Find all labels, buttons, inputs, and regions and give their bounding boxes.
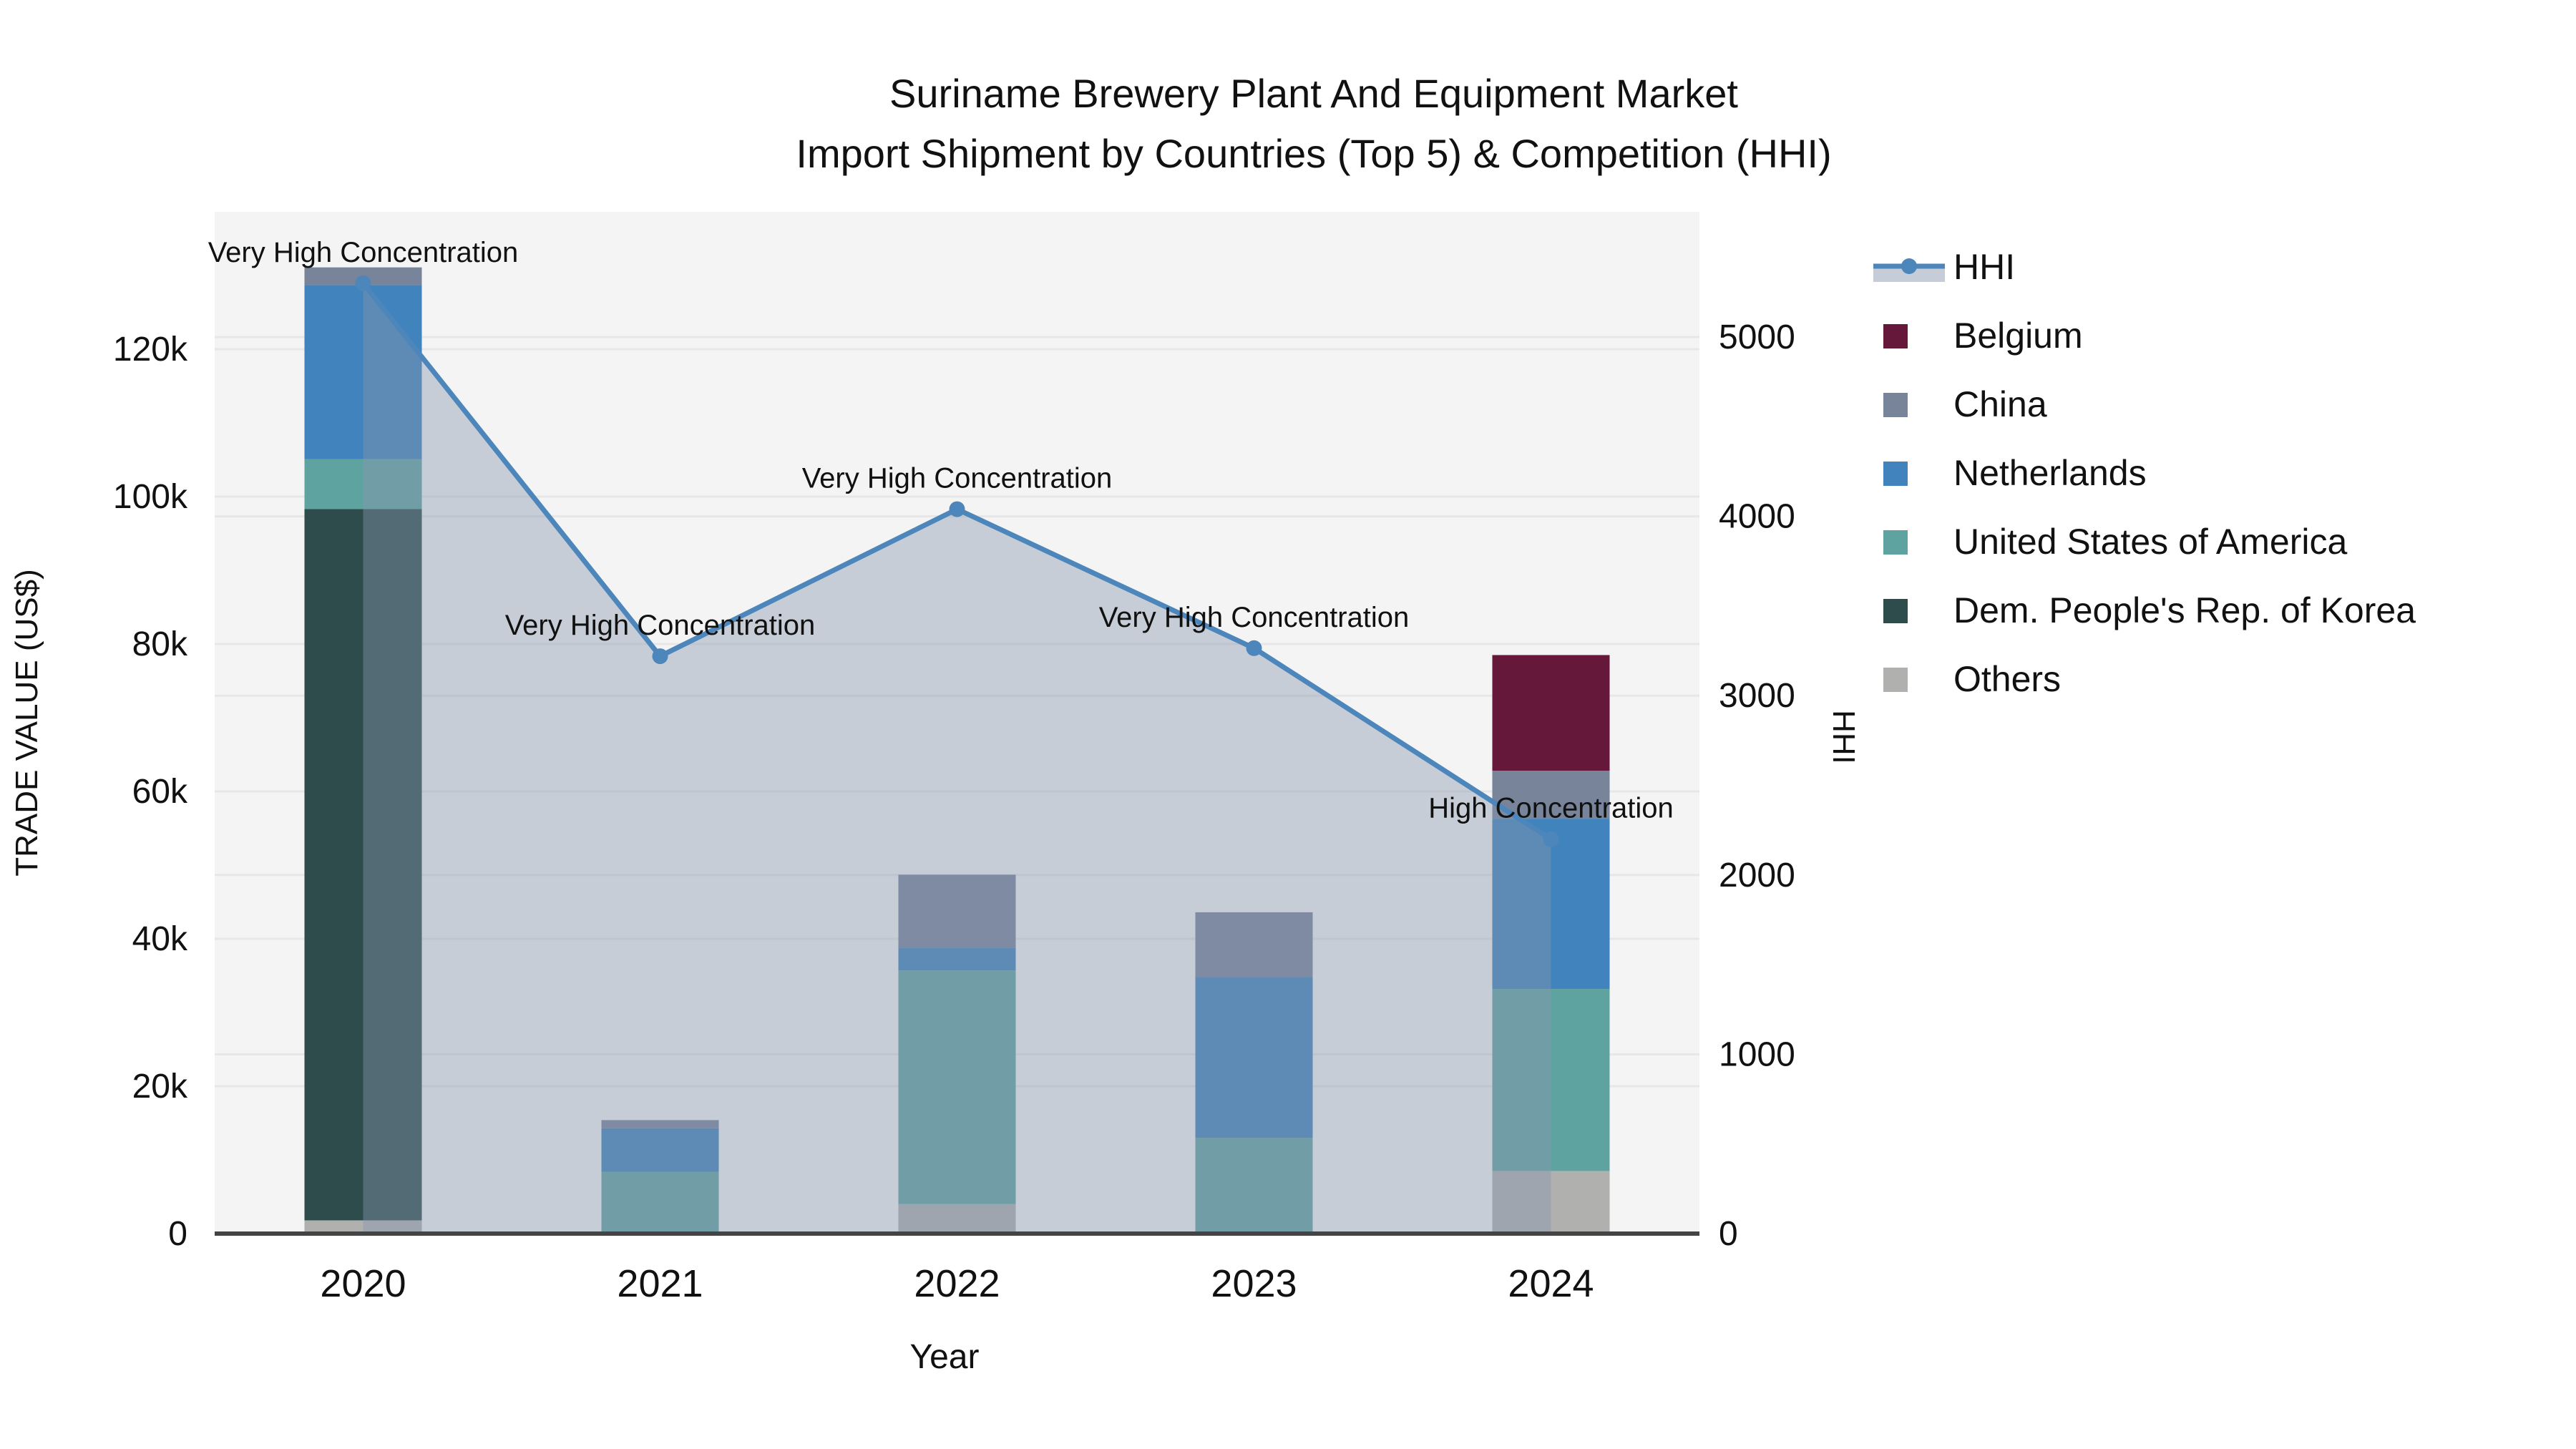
left-axis-title: TRADE VALUE (US$)	[9, 569, 44, 877]
legend-label-others: Others	[1953, 659, 2061, 699]
hhi-marker-2021[interactable]	[652, 648, 668, 665]
legend-label-netherlands: Netherlands	[1953, 453, 2147, 493]
legend-label-belgium: Belgium	[1953, 316, 2083, 356]
annotation-2022: Very High Concentration	[802, 463, 1113, 494]
y-left-tick-20k: 20k	[132, 1068, 188, 1106]
legend-item-china[interactable]: China	[1883, 384, 2047, 424]
x-tick-2021: 2021	[617, 1262, 703, 1305]
y-left-tick-80k: 80k	[132, 625, 188, 663]
legend-item-united-states-of-america[interactable]: United States of America	[1883, 522, 2347, 562]
y-right-tick-1000: 1000	[1719, 1035, 1795, 1073]
chart-title-line2: Import Shipment by Countries (Top 5) & C…	[796, 131, 1831, 176]
x-tick-2020: 2020	[320, 1262, 406, 1305]
x-tick-2024: 2024	[1508, 1262, 1594, 1305]
right-axis-title: HHI	[1826, 710, 1861, 764]
annotation-2021: Very High Concentration	[505, 610, 816, 641]
legend-label-dem-people-s-rep-of-korea: Dem. People's Rep. of Korea	[1953, 590, 2416, 630]
hhi-marker-2024[interactable]	[1543, 831, 1559, 847]
hhi-marker-2023[interactable]	[1246, 640, 1262, 656]
legend-item-dem-people-s-rep-of-korea[interactable]: Dem. People's Rep. of Korea	[1883, 590, 2416, 630]
annotation-2023: Very High Concentration	[1099, 602, 1410, 633]
legend-hhi-marker-sample	[1901, 258, 1917, 274]
y-right-tick-2000: 2000	[1719, 857, 1795, 894]
legend-swatch-dem-people-s-rep-of-korea	[1883, 599, 1908, 623]
legend-label-china: China	[1953, 384, 2047, 424]
y-left-tick-0: 0	[168, 1215, 187, 1253]
x-axis-title: Year	[910, 1338, 980, 1376]
hhi-marker-2022[interactable]	[949, 501, 965, 517]
legend-swatch-china	[1883, 393, 1908, 417]
chart-title-line1: Suriname Brewery Plant And Equipment Mar…	[889, 71, 1738, 116]
bar-segment-2024-belgium[interactable]	[1492, 655, 1610, 771]
legend-item-others[interactable]: Others	[1883, 659, 2061, 699]
legend-item-hhi[interactable]: HHI	[1873, 247, 2015, 287]
annotation-2020: Very High Concentration	[208, 237, 519, 268]
x-tick-2022: 2022	[914, 1262, 1000, 1305]
legend-swatch-others	[1883, 668, 1908, 692]
legend-label-hhi: HHI	[1953, 247, 2015, 287]
hhi-marker-2020[interactable]	[355, 275, 371, 291]
legend-swatch-netherlands	[1883, 462, 1908, 486]
chart-canvas: Very High Concentration Very High Concent…	[9, 71, 2416, 1376]
y-left-tick-120k: 120k	[113, 331, 188, 369]
legend-item-netherlands[interactable]: Netherlands	[1883, 453, 2147, 493]
y-right-tick-5000: 5000	[1719, 318, 1795, 356]
annotation-2024: High Concentration	[1428, 793, 1673, 824]
legend-swatch-united-states-of-america	[1883, 530, 1908, 555]
y-left-tick-100k: 100k	[113, 478, 188, 516]
legend-label-united-states-of-america: United States of America	[1953, 522, 2347, 562]
x-tick-2023: 2023	[1211, 1262, 1297, 1305]
legend-item-belgium[interactable]: Belgium	[1883, 316, 2083, 356]
y-left-tick-40k: 40k	[132, 920, 188, 958]
chart-figure: Very High Concentration Very High Concent…	[0, 0, 2576, 1449]
y-right-tick-4000: 4000	[1719, 498, 1795, 536]
y-right-tick-3000: 3000	[1719, 677, 1795, 715]
legend-swatch-belgium	[1883, 324, 1908, 348]
y-right-tick-0: 0	[1719, 1215, 1738, 1253]
y-left-tick-60k: 60k	[132, 773, 188, 811]
